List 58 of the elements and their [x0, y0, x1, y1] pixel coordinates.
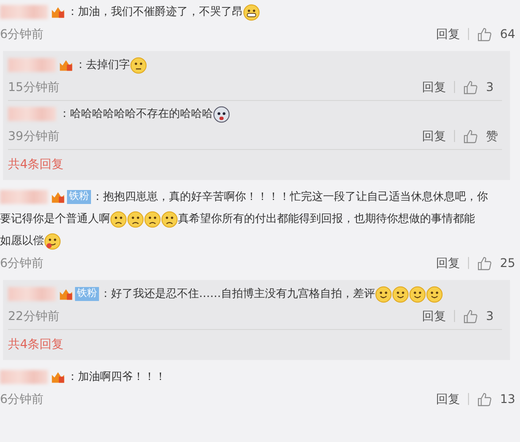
emoji-icon: [213, 106, 230, 122]
thumbs-up-icon[interactable]: [477, 26, 492, 42]
timestamp: 39分钟前: [8, 128, 60, 144]
comment-text: 真希望你所有的付出都能得到回报，也期待你想做的事情都能: [178, 211, 475, 227]
reply-button[interactable]: 回复: [422, 128, 446, 144]
badge-icon: [59, 288, 73, 300]
emoji-icon: [144, 210, 161, 228]
badge-icon: [51, 370, 65, 384]
emoji-icon: [375, 286, 392, 302]
thumbs-up-icon[interactable]: [463, 80, 478, 94]
comment-text: ：加油，我们不催爵迹了，不哭了昂: [67, 4, 243, 20]
timestamp: 22分钟前: [8, 308, 60, 324]
blurred-username: [0, 5, 48, 19]
fan-tag: 铁粉: [67, 190, 91, 204]
timestamp: 6分钟前: [0, 26, 44, 42]
badge-icon: [51, 6, 65, 18]
emoji-icon: [130, 56, 147, 74]
badge-icon: [51, 190, 65, 204]
emoji-icon: [127, 210, 144, 228]
like-count: 64: [500, 27, 516, 41]
comment-text: ：好了我还是忍不住……自拍博主没有九宫格自拍，差评: [100, 286, 375, 302]
reply-button[interactable]: 回复: [422, 308, 446, 324]
emoji-icon: [426, 286, 443, 302]
emoji-icon: [409, 286, 426, 302]
badge-icon: [59, 58, 73, 72]
thumbs-up-icon[interactable]: [463, 128, 478, 144]
blurred-username: [8, 287, 56, 301]
like-count: 25: [500, 256, 516, 270]
like-count: 13: [500, 392, 516, 406]
emoji-icon: [161, 210, 178, 228]
emoji-icon: [110, 210, 127, 228]
like-count: 赞: [486, 128, 499, 144]
comment-text: ：去掉们字: [75, 57, 130, 73]
comment-text: 如愿以偿: [0, 233, 44, 249]
fan-tag: 铁粉: [75, 287, 99, 301]
timestamp: 15分钟前: [8, 78, 60, 96]
comment-text: ：抱抱四崽崽，真的好辛苦啊你！！！！忙完这一段了让自己适当休息休息吧，你: [92, 189, 488, 205]
timestamp: 6分钟前: [0, 390, 44, 408]
thumbs-up-icon[interactable]: [477, 256, 492, 270]
emoji-icon: [243, 4, 260, 20]
emoji-icon: [392, 286, 409, 302]
comment-text: 要记得你是个普通人啊: [0, 211, 110, 227]
blurred-username: [8, 107, 56, 121]
timestamp: 6分钟前: [0, 254, 44, 272]
reply-button[interactable]: 回复: [436, 254, 460, 272]
reply-button[interactable]: 回复: [436, 26, 460, 42]
reply-button[interactable]: 回复: [422, 78, 446, 96]
comment-text: ：哈哈哈哈哈哈不存在的哈哈哈: [59, 106, 213, 122]
blurred-username: [0, 370, 48, 384]
blurred-username: [0, 190, 48, 204]
emoji-icon: [44, 232, 61, 250]
comment-text: ：加油啊四爷！！！: [67, 369, 166, 385]
thumbs-up-icon[interactable]: [477, 392, 492, 406]
blurred-username: [8, 58, 56, 72]
reply-button[interactable]: 回复: [436, 390, 460, 408]
like-count: 3: [486, 309, 495, 323]
like-count: 3: [486, 80, 495, 94]
thumbs-up-icon[interactable]: [463, 308, 478, 324]
